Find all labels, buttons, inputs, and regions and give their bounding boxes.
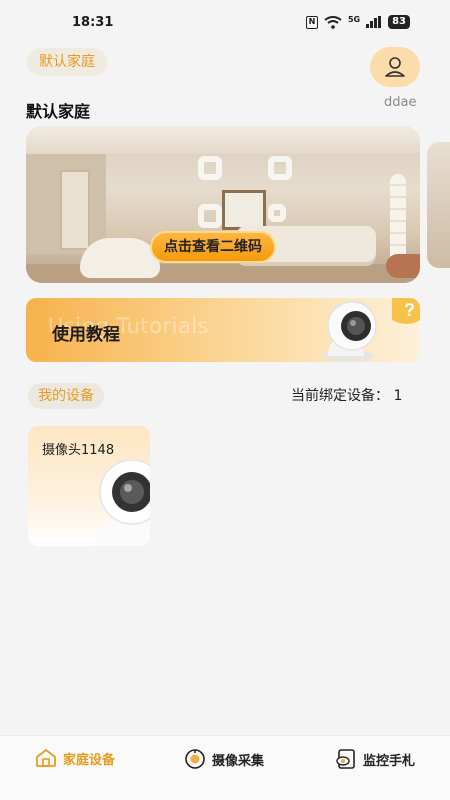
view-qr-code-button[interactable]: 点击查看二维码 bbox=[150, 231, 276, 263]
username-label: ddae bbox=[384, 95, 417, 110]
svg-text:?: ? bbox=[404, 300, 415, 320]
status-icons: N 5G 83 bbox=[305, 14, 410, 30]
camera-device-icon bbox=[94, 460, 150, 546]
battery-indicator: 83 bbox=[388, 15, 410, 29]
tab-monitor-label: 监控手札 bbox=[363, 753, 416, 769]
home-banner[interactable]: 点击查看二维码 bbox=[26, 126, 420, 283]
capture-icon bbox=[185, 749, 205, 769]
banner-floor-lamp bbox=[390, 174, 406, 264]
bottom-tab-bar: 家庭设备 摄像采集 监控手札 bbox=[0, 735, 450, 800]
signal-icon bbox=[366, 16, 382, 28]
tutorial-card[interactable]: Using Tutorials 使用教程 ? bbox=[26, 298, 420, 362]
banner-door bbox=[60, 170, 90, 250]
status-time: 18:31 bbox=[72, 14, 114, 30]
tab-capture-label: 摄像采集 bbox=[212, 753, 265, 769]
banner-ceiling bbox=[26, 126, 420, 154]
user-avatar-button[interactable] bbox=[370, 47, 420, 87]
tab-home-devices[interactable]: 家庭设备 bbox=[35, 748, 115, 768]
tab-home-label: 家庭设备 bbox=[63, 752, 116, 768]
monitor-notes-icon bbox=[336, 749, 355, 769]
next-banner-peek[interactable] bbox=[427, 142, 450, 268]
device-name: 摄像头1148 bbox=[42, 443, 115, 458]
user-icon bbox=[385, 57, 405, 77]
home-icon bbox=[36, 749, 56, 767]
my-devices-label: 我的设备 bbox=[28, 383, 104, 409]
banner-armchair bbox=[80, 238, 160, 278]
network-type: 5G bbox=[347, 14, 361, 24]
family-title: 默认家庭 bbox=[26, 102, 91, 121]
nfc-icon: N bbox=[305, 15, 318, 29]
status-bar: 18:31 N 5G 83 bbox=[0, 0, 450, 44]
banner-ottoman bbox=[386, 254, 420, 278]
camera-question-icon: ? bbox=[322, 298, 420, 362]
wifi-icon bbox=[324, 15, 342, 29]
family-selector-chip[interactable]: 默认家庭 bbox=[27, 48, 107, 76]
device-card[interactable]: 摄像头1148 bbox=[28, 426, 150, 546]
tab-capture[interactable]: 摄像采集 bbox=[184, 748, 264, 770]
bound-device-count: 当前绑定设备： 1 bbox=[291, 388, 403, 404]
tutorial-title: 使用教程 bbox=[52, 325, 120, 345]
tab-monitor-notes[interactable]: 监控手札 bbox=[335, 748, 415, 770]
